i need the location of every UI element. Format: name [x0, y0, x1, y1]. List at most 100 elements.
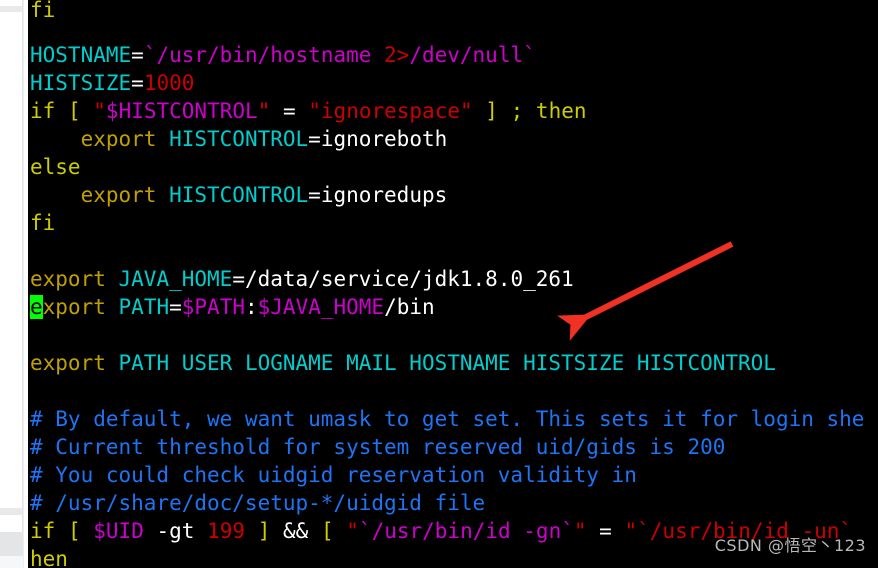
- code-token: if: [30, 519, 56, 543]
- code-token: =ignoredups: [308, 183, 448, 207]
- code-token: export: [80, 183, 157, 207]
- left-sidebar: [0, 0, 28, 568]
- code-token: ": [346, 519, 359, 543]
- csdn-watermark: CSDN @悟空丶123: [714, 536, 866, 555]
- code-token: =ignoreboth: [308, 127, 448, 151]
- code-token: `/usr/bin/hostname: [143, 43, 385, 67]
- code-line: # By default, we want umask to get set. …: [30, 405, 864, 433]
- code-token: ": [257, 99, 271, 123]
- screen-root: fi HOSTNAME=`/usr/bin/hostname 2>/dev/nul…: [0, 0, 878, 568]
- code-token: =: [131, 43, 144, 67]
- code-token: ": [93, 99, 106, 123]
- code-token: $HISTCONTROL: [105, 99, 258, 123]
- code-token: &&: [283, 519, 309, 543]
- code-token: # By default, we want umask to get set. …: [30, 407, 865, 431]
- code-token: JAVA_HOME: [118, 267, 233, 291]
- code-line: hen: [30, 545, 68, 568]
- code-token: ]: [257, 519, 271, 543]
- code-line: if [ "$HISTCONTROL" = "ignorespace" ] ; …: [30, 97, 587, 125]
- code-token: PATH: [118, 295, 170, 319]
- code-token: # /usr/share/doc/setup-*/uidgid file: [30, 491, 486, 515]
- code-line: # /usr/share/doc/setup-*/uidgid file: [30, 489, 485, 517]
- code-token: 199: [207, 519, 246, 543]
- code-token: hen: [30, 547, 68, 568]
- code-line: fi: [30, 0, 55, 24]
- sidebar-divider-mid: [0, 508, 23, 515]
- terminal-text-area[interactable]: fi HOSTNAME=`/usr/bin/hostname 2>/dev/nul…: [28, 0, 878, 568]
- sidebar-scrollbar-thumb[interactable]: [0, 532, 24, 556]
- sidebar-pane-lower[interactable]: [0, 515, 23, 532]
- code-line: export PATH=$PATH:$JAVA_HOME/bin: [30, 293, 435, 321]
- code-line: export PATH USER LOGNAME MAIL HOSTNAME H…: [30, 349, 776, 377]
- code-token: =: [131, 71, 144, 95]
- code-token: then: [535, 99, 587, 123]
- code-line: HOSTNAME=`/usr/bin/hostname 2>/dev/null`: [30, 41, 536, 69]
- code-token: export: [30, 267, 106, 291]
- code-token: # Current threshold for system reserved …: [30, 435, 726, 459]
- code-token: HISTCONTROL: [169, 127, 309, 151]
- code-token: ;: [510, 99, 524, 123]
- code-token: /data/service/jdk1.8.0_261: [244, 267, 574, 291]
- code-token: export: [30, 351, 106, 375]
- text-cursor: e: [30, 295, 43, 319]
- sidebar-pane-bottom[interactable]: [0, 556, 24, 568]
- code-token: # You could check uidgid reservation val…: [30, 463, 637, 487]
- code-token: $JAVA_HOME: [257, 295, 385, 319]
- code-token: 1000: [143, 71, 195, 95]
- code-token: ": [624, 519, 638, 543]
- code-token: ": [573, 519, 587, 543]
- code-token: fi: [30, 0, 56, 22]
- code-line: HISTSIZE=1000: [30, 69, 194, 97]
- code-token: else: [30, 155, 81, 179]
- code-line: # Current threshold for system reserved …: [30, 433, 725, 461]
- code-token: `/usr/bin/id -gn`: [358, 519, 574, 543]
- code-token: [: [320, 519, 334, 543]
- code-token: fi: [30, 211, 56, 235]
- code-token: HISTSIZE: [30, 71, 132, 95]
- code-line: else: [30, 153, 81, 181]
- code-token: "ignorespace": [308, 99, 473, 123]
- code-token: :: [244, 295, 258, 319]
- code-token: /bin: [384, 295, 435, 319]
- code-token: export: [80, 127, 157, 151]
- code-token: $PATH: [181, 295, 245, 319]
- code-token: =: [169, 295, 182, 319]
- code-token: [: [67, 519, 81, 543]
- code-token: xport: [42, 295, 106, 319]
- code-token: PATH USER LOGNAME MAIL HOSTNAME HISTSIZE…: [118, 351, 776, 375]
- code-token: if: [30, 99, 56, 123]
- code-line: export HISTCONTROL=ignoredups: [30, 181, 448, 209]
- code-token: [: [67, 99, 81, 123]
- code-token: =: [599, 519, 612, 543]
- code-line: export JAVA_HOME=/data/service/jdk1.8.0_…: [30, 265, 574, 293]
- code-token: HISTCONTROL: [169, 183, 309, 207]
- code-token: HOSTNAME: [30, 43, 132, 67]
- code-token: =: [282, 99, 296, 123]
- sidebar-pane-main[interactable]: [0, 12, 23, 508]
- code-line: # You could check uidgid reservation val…: [30, 461, 637, 489]
- code-token: /dev/null`: [409, 43, 536, 67]
- code-line: fi: [30, 209, 55, 237]
